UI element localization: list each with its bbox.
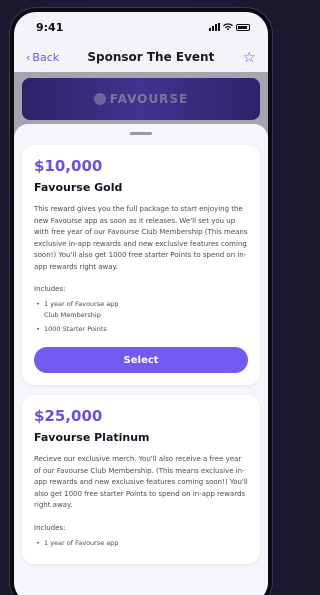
tier-name: Favourse Platinum [34, 431, 150, 444]
star-outline-icon[interactable]: ☆ [243, 49, 256, 65]
back-button[interactable]: ‹ Back [26, 51, 59, 64]
includes-list: 1 year of Favourse app [34, 538, 248, 549]
tier-name: Favourse Gold [34, 181, 123, 194]
navigation-bar: ‹ Back Sponsor The Event ☆ [14, 42, 268, 72]
list-item: 1 year of Favourse app [34, 538, 248, 549]
back-label: Back [32, 50, 60, 64]
signal-icon [209, 23, 220, 31]
battery-icon [236, 23, 250, 31]
chevron-left-icon: ‹ [26, 50, 31, 64]
tier-card-gold: $10,000 Favourse Gold This reward gives … [22, 145, 260, 385]
includes-label: Includes: [34, 285, 66, 293]
status-time: 9:41 [36, 20, 64, 34]
includes-label: Includes: [34, 523, 66, 532]
includes-list: 1 year of Favourse app Club Membership 1… [34, 299, 248, 335]
list-item: 1000 Starter Points [34, 324, 248, 335]
phone-frame: 9:41 ‹ Back Sponsor The Event ☆ FAVOURSE [10, 8, 272, 595]
status-icons [209, 23, 250, 31]
sheet-grabber[interactable] [130, 132, 152, 135]
select-gold-button[interactable]: Select [34, 347, 248, 373]
tier-description: This reward gives you the full package t… [34, 205, 248, 271]
tier-card-platinum: $25,000 Favourse Platinum Recieve our ex… [22, 395, 260, 564]
list-item: 1 year of Favourse app Club Membership [34, 299, 134, 321]
tier-description: Recieve our exclusive merch. You'll also… [34, 455, 248, 509]
bottom-sheet: $10,000 Favourse Gold This reward gives … [14, 124, 268, 595]
tier-price: $25,000 [34, 407, 103, 425]
wifi-icon [223, 23, 233, 31]
phone-screen: 9:41 ‹ Back Sponsor The Event ☆ FAVOURSE [14, 12, 268, 595]
page-title: Sponsor The Event [87, 50, 215, 64]
tier-price: $10,000 [34, 157, 103, 175]
status-bar: 9:41 [14, 12, 268, 42]
background: 9:41 ‹ Back Sponsor The Event ☆ FAVOURSE [0, 0, 280, 595]
